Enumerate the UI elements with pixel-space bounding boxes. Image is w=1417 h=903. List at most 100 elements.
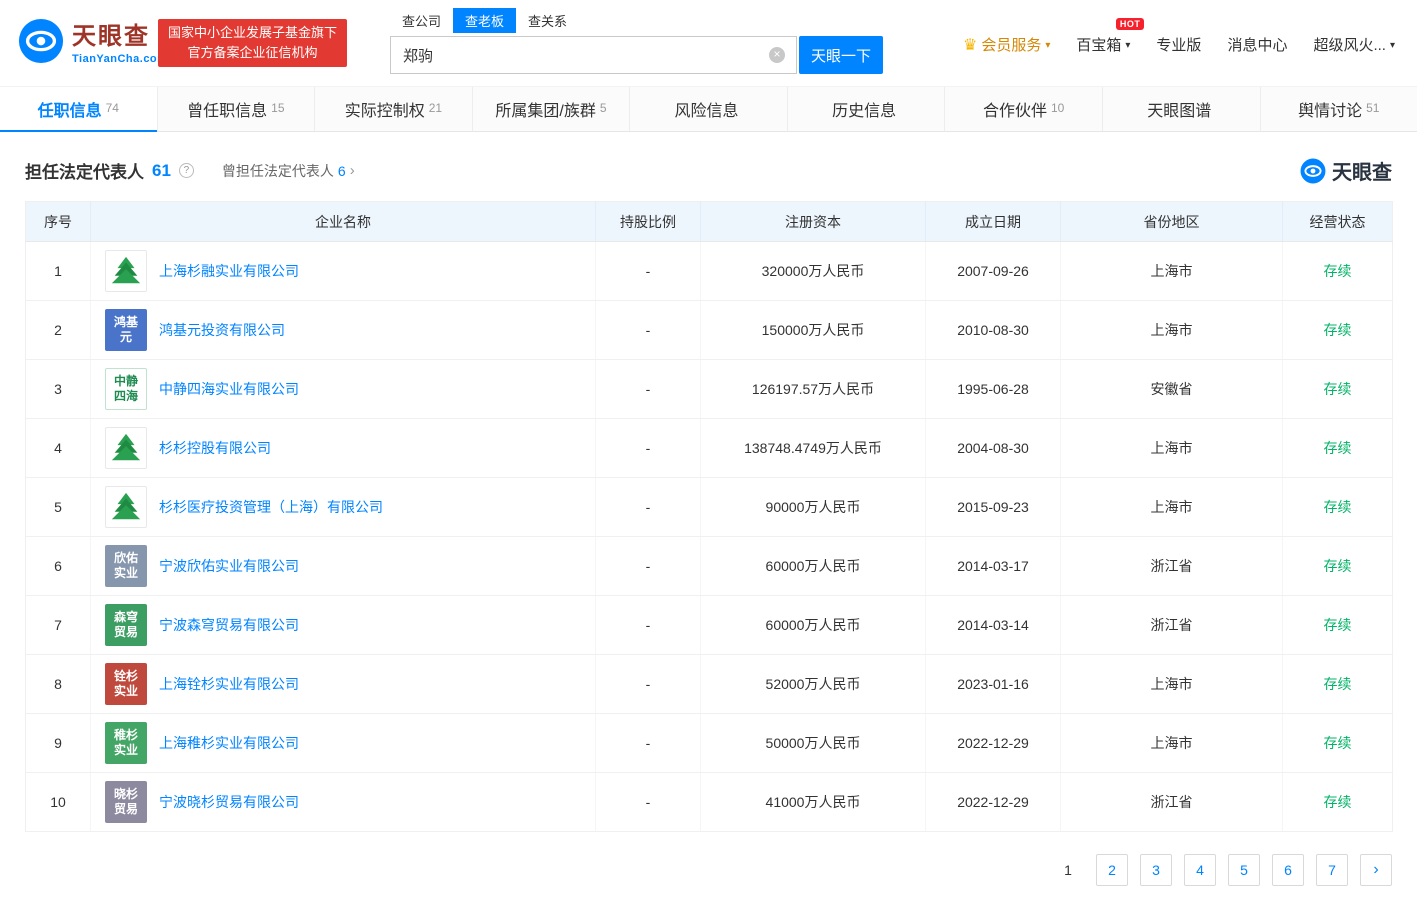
tree-icon — [111, 492, 141, 520]
page-button[interactable]: 4 — [1184, 854, 1216, 886]
company-logo: 鸿基元 — [105, 309, 147, 351]
logo-text-line: 森穹 — [113, 610, 138, 624]
status-badge: 存续 — [1323, 617, 1352, 633]
status-badge: 存续 — [1323, 676, 1352, 692]
search-area: 查公司 查老板 查关系 × 天眼一下 — [390, 8, 883, 74]
col-registered-capital: 注册资本 — [700, 201, 926, 242]
logo-text-line: 晓杉 — [113, 787, 138, 801]
company-link[interactable]: 宁波晓杉贸易有限公司 — [159, 792, 299, 812]
company-link[interactable]: 上海稚杉实业有限公司 — [159, 733, 299, 753]
company-link[interactable]: 杉杉医疗投资管理（上海）有限公司 — [159, 497, 383, 517]
logo-text-line: 实业 — [113, 684, 138, 698]
page-button[interactable]: 6 — [1272, 854, 1304, 886]
logo-text-line: 实业 — [113, 743, 138, 757]
tab-group-cluster[interactable]: 所属集团/族群 5 — [473, 87, 631, 131]
row-index: 2 — [25, 300, 91, 360]
row-ratio: - — [595, 595, 701, 655]
tab-partners[interactable]: 合作伙伴 10 — [945, 87, 1103, 131]
logo-text-line: 鸿基 — [113, 315, 138, 329]
col-province: 省份地区 — [1060, 201, 1283, 242]
company-logo: 中静 四海 — [105, 368, 147, 410]
logo-text-cn: 天眼查 — [72, 23, 150, 50]
tab-label: 风险信息 — [674, 103, 739, 120]
former-legal-rep-link[interactable]: 曾担任法定代表人 6 › — [222, 161, 355, 181]
tab-actual-control[interactable]: 实际控制权 21 — [315, 87, 473, 131]
gov-badge: 国家中小企业发展子基金旗下 官方备案企业征信机构 — [158, 19, 348, 67]
company-link[interactable]: 上海杉融实业有限公司 — [159, 261, 299, 281]
tab-public-opinion[interactable]: 舆情讨论 51 — [1261, 87, 1417, 131]
table-row: 3 中静 四海 中静四海实业有限公司 - 126197.57万人民币 1995-0… — [25, 359, 1393, 419]
tab-label: 舆情讨论 — [1298, 103, 1363, 120]
logo-text-line: 贸易 — [113, 625, 138, 639]
logo-text-line: 元 — [119, 330, 132, 344]
table-row: 2 鸿基元 鸿基元投资有限公司 - 150000万人民币 2010-08-30 … — [25, 300, 1393, 360]
table-row: 6 欣佑 实业 宁波欣佑实业有限公司 - 60000万人民币 2014-03-17… — [25, 536, 1393, 596]
company-logo: 铨杉 实业 — [105, 663, 147, 705]
section-header: 担任法定代表人 61 ? 曾担任法定代表人 6 › 天眼查 — [25, 156, 1392, 185]
row-date: 2004-08-30 — [925, 418, 1061, 478]
clear-icon[interactable]: × — [769, 47, 785, 63]
page-button[interactable]: 3 — [1140, 854, 1172, 886]
tab-former-positions[interactable]: 曾任职信息 15 — [158, 87, 316, 131]
menu-vip-label: 会员服务 — [981, 37, 1042, 54]
menu-toolbox[interactable]: HOT 百宝箱 ▾ — [1076, 18, 1145, 55]
logo-text-line: 四海 — [113, 389, 138, 403]
company-link[interactable]: 宁波森穹贸易有限公司 — [159, 615, 299, 635]
page-button[interactable]: 2 — [1096, 854, 1128, 886]
menu-message-center[interactable]: 消息中心 — [1227, 34, 1287, 55]
status-badge: 存续 — [1323, 322, 1352, 338]
gov-badge-line2: 官方备案企业征信机构 — [187, 45, 318, 60]
company-link[interactable]: 宁波欣佑实业有限公司 — [159, 556, 299, 576]
row-date: 2015-09-23 — [925, 477, 1061, 537]
row-capital: 60000万人民币 — [700, 536, 926, 596]
section-title: 担任法定代表人 — [25, 163, 144, 182]
company-logo: 稚杉 实业 — [105, 722, 147, 764]
site-logo[interactable]: 天眼查 TianYanCha.com — [18, 16, 167, 65]
hot-badge: HOT — [1115, 18, 1145, 30]
col-company-name: 企业名称 — [90, 201, 596, 242]
watermark-logo: 天眼查 — [1300, 156, 1392, 185]
row-capital: 320000万人民币 — [700, 241, 926, 301]
col-index: 序号 — [25, 201, 91, 242]
page-button[interactable]: 7 — [1316, 854, 1348, 886]
tab-history-info[interactable]: 历史信息 — [788, 87, 946, 131]
row-ratio: - — [595, 477, 701, 537]
tab-label: 任职信息 — [37, 103, 102, 120]
col-status: 经营状态 — [1282, 201, 1393, 242]
company-link[interactable]: 上海铨杉实业有限公司 — [159, 674, 299, 694]
row-index: 3 — [25, 359, 91, 419]
page-button[interactable]: 5 — [1228, 854, 1260, 886]
status-badge: 存续 — [1323, 381, 1352, 397]
row-date: 2023-01-16 — [925, 654, 1061, 714]
page-current[interactable]: 1 — [1052, 854, 1084, 886]
watermark-text: 天眼查 — [1332, 162, 1392, 184]
company-link[interactable]: 鸿基元投资有限公司 — [159, 320, 285, 340]
search-tab-company[interactable]: 查公司 — [390, 8, 453, 33]
menu-messages-label: 消息中心 — [1227, 37, 1288, 54]
row-province: 浙江省 — [1060, 536, 1283, 596]
menu-vip-services[interactable]: ♛ 会员服务 ▾ — [963, 34, 1050, 55]
tab-label: 曾任职信息 — [187, 103, 268, 120]
tab-positions[interactable]: 任职信息 74 — [0, 87, 158, 132]
search-tab-boss[interactable]: 查老板 — [453, 8, 517, 33]
pagination: 1 2 3 4 5 6 7 › — [25, 854, 1392, 886]
search-input[interactable] — [390, 36, 797, 74]
search-button[interactable]: 天眼一下 — [799, 36, 883, 74]
row-ratio: - — [595, 654, 701, 714]
former-label: 曾担任法定代表人 — [221, 162, 334, 179]
search-tab-relation[interactable]: 查关系 — [516, 8, 579, 33]
menu-super-risk[interactable]: 超级风火... ▾ — [1313, 34, 1395, 55]
tab-risk-info[interactable]: 风险信息 — [630, 87, 788, 131]
company-link[interactable]: 杉杉控股有限公司 — [159, 438, 271, 458]
tab-graph[interactable]: 天眼图谱 — [1103, 87, 1261, 131]
legal-rep-table: 序号 企业名称 持股比例 注册资本 成立日期 省份地区 经营状态 1 上海杉融实… — [25, 201, 1393, 832]
company-logo: 森穹 贸易 — [105, 604, 147, 646]
row-date: 2007-09-26 — [925, 241, 1061, 301]
row-date: 2014-03-17 — [925, 536, 1061, 596]
help-icon[interactable]: ? — [178, 163, 194, 178]
row-ratio: - — [595, 241, 701, 301]
page-next-button[interactable]: › — [1360, 854, 1392, 886]
company-link[interactable]: 中静四海实业有限公司 — [159, 379, 299, 399]
menu-pro-version[interactable]: 专业版 — [1156, 34, 1201, 55]
section-count: 61 — [152, 160, 171, 180]
